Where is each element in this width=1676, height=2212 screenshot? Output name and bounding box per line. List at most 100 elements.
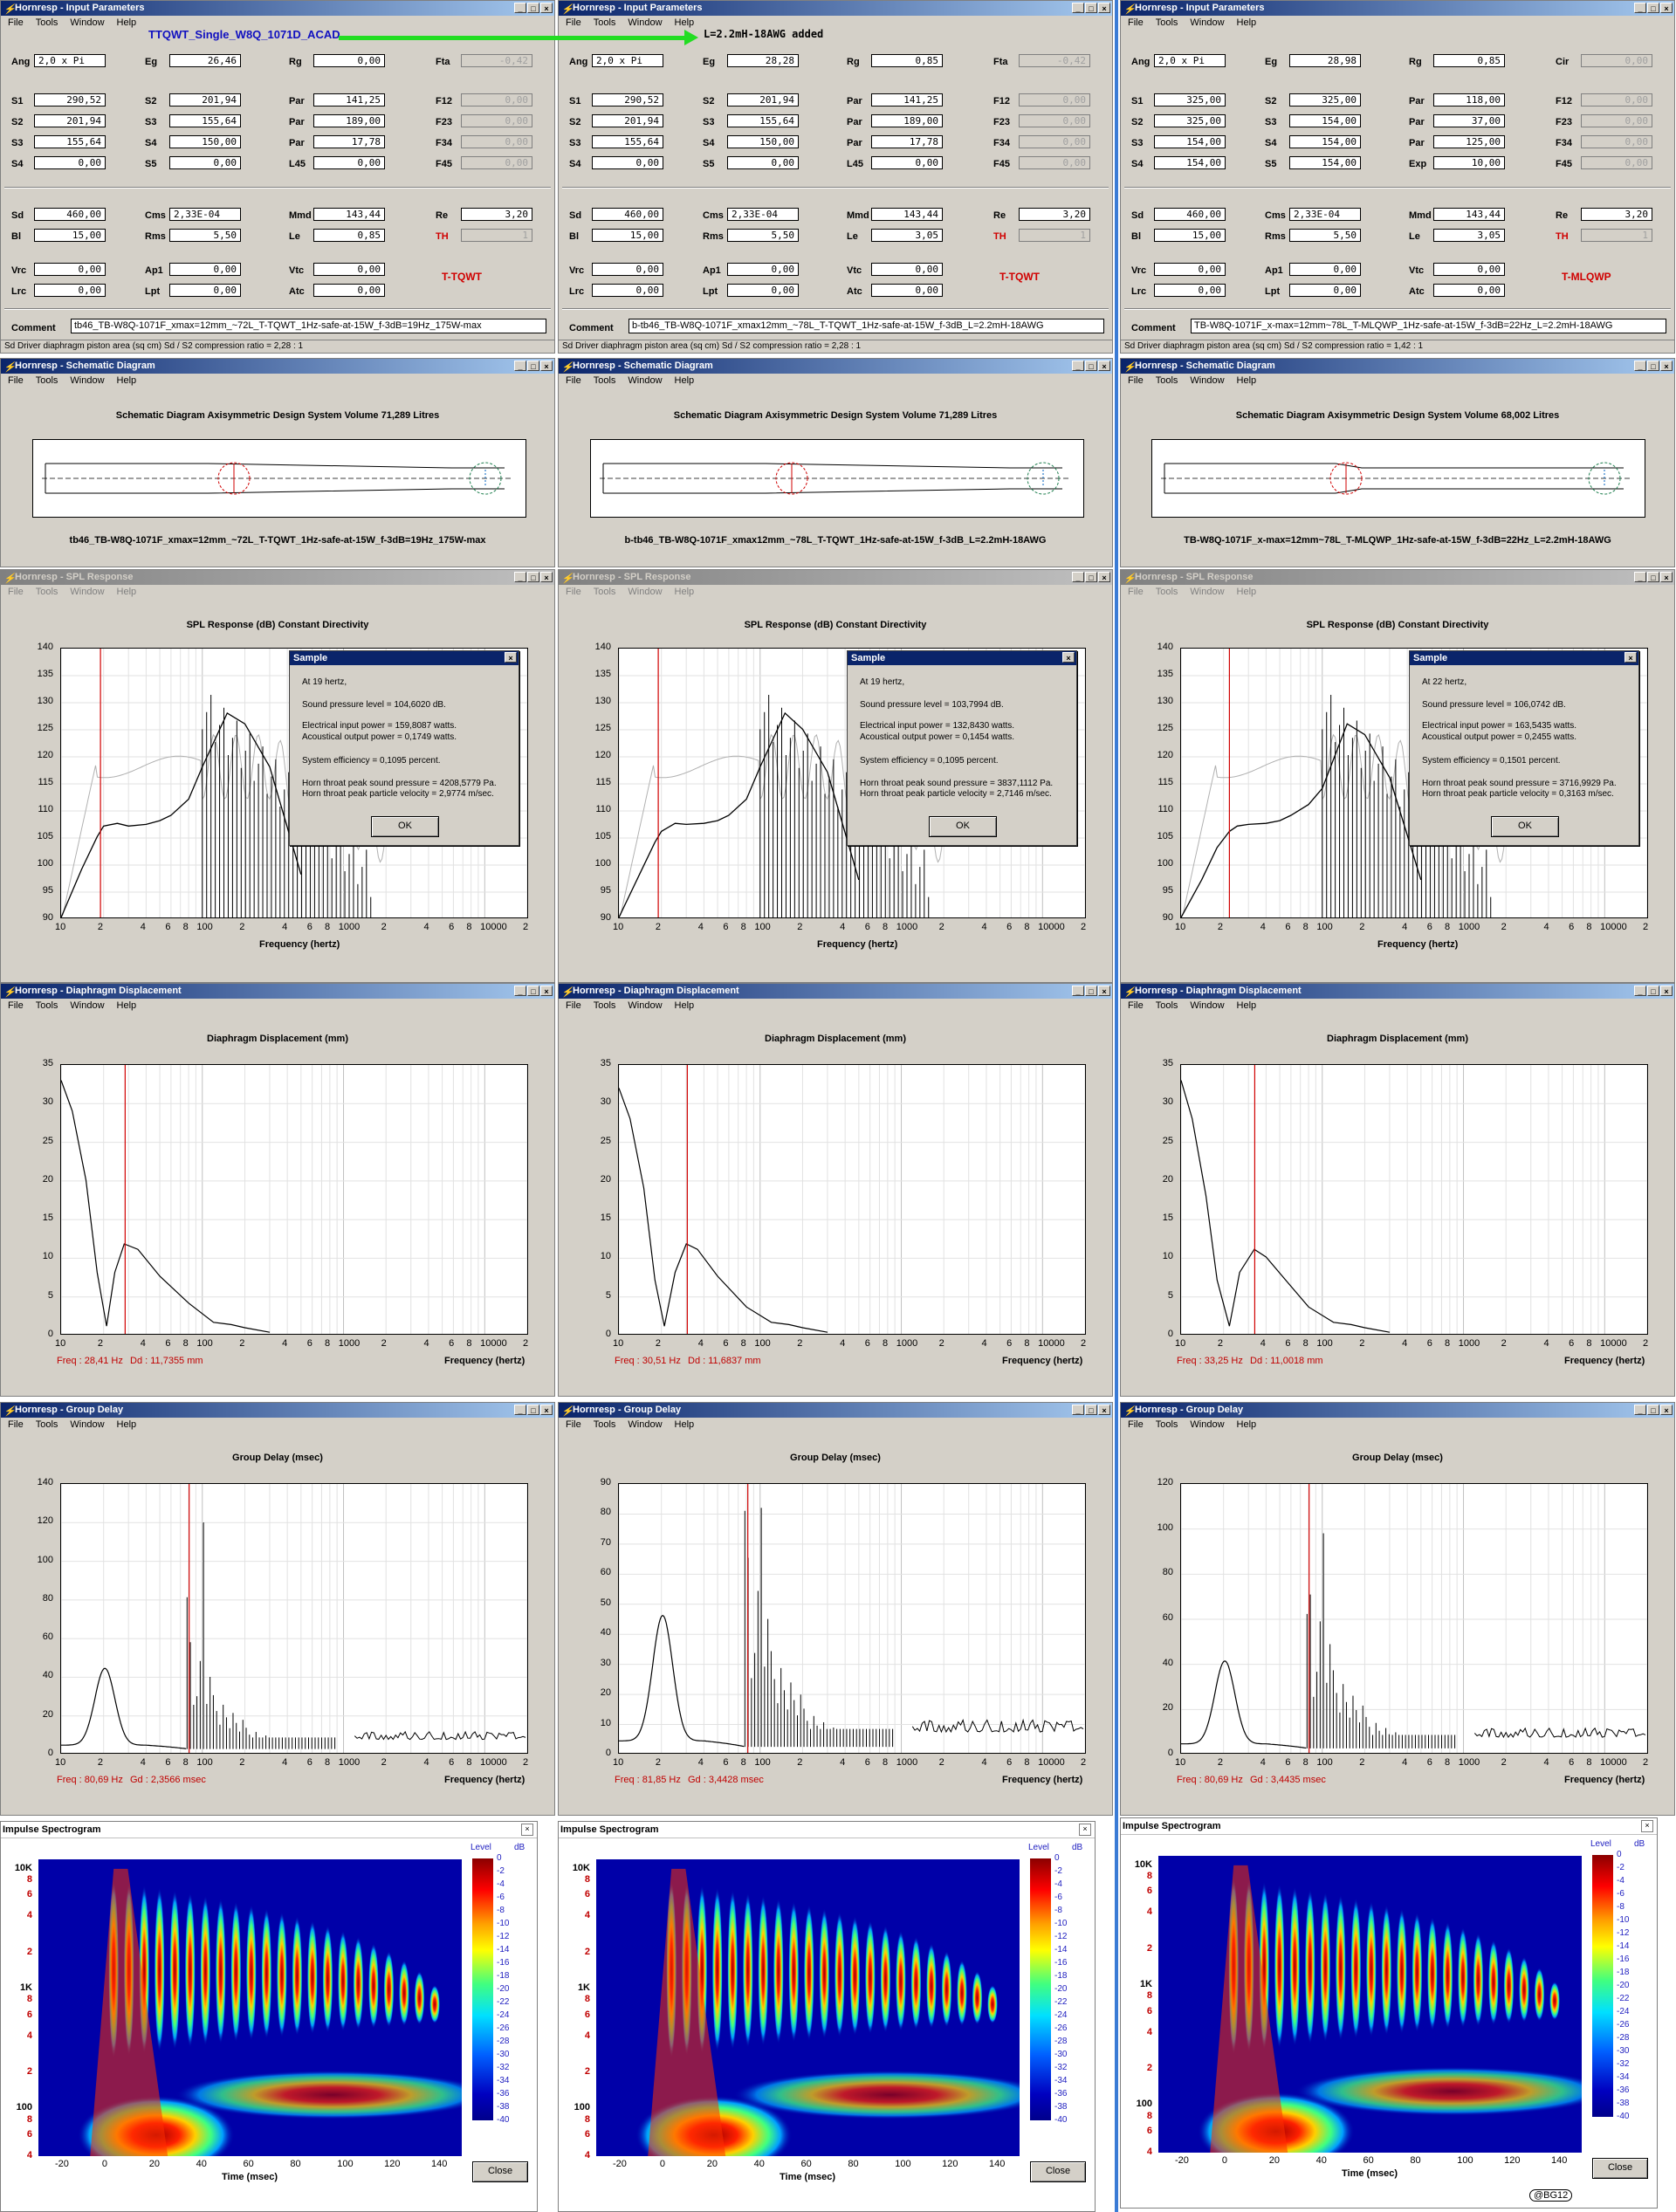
ap1-field[interactable]: 0,00 xyxy=(1289,263,1361,276)
menu-window[interactable]: Window xyxy=(628,17,662,28)
menu-tools[interactable]: Tools xyxy=(36,1419,58,1430)
segment-area-field[interactable]: 201,94 xyxy=(34,114,106,127)
close-button[interactable]: × xyxy=(1660,572,1673,582)
lrc-field[interactable]: 0,00 xyxy=(1154,284,1226,297)
cms-field[interactable]: 2,33E-04 xyxy=(169,208,241,221)
maximize-button[interactable]: □ xyxy=(527,3,539,13)
menu-window[interactable]: Window xyxy=(70,17,104,28)
menu-file[interactable]: File xyxy=(1128,1000,1144,1011)
close-button[interactable]: × xyxy=(540,572,553,582)
vtc-field[interactable]: 0,00 xyxy=(871,263,943,276)
segment-area-field[interactable]: 154,00 xyxy=(1289,114,1361,127)
menu-file[interactable]: File xyxy=(566,17,581,28)
vrc-field[interactable]: 0,00 xyxy=(1154,263,1226,276)
flare-field[interactable]: 0,00 xyxy=(1019,114,1090,127)
segment-area-field[interactable]: 155,64 xyxy=(592,135,663,148)
close-spectrogram-button[interactable]: Close xyxy=(1030,2161,1086,2182)
segment-param-field[interactable]: 0,00 xyxy=(871,156,943,169)
menu-help[interactable]: Help xyxy=(117,587,137,597)
maximize-button[interactable]: □ xyxy=(1085,572,1097,582)
close-button[interactable]: × xyxy=(521,1824,533,1836)
menu-tools[interactable]: Tools xyxy=(36,587,58,597)
minimize-button[interactable]: _ xyxy=(1634,361,1646,371)
close-button[interactable]: × xyxy=(1660,1405,1673,1415)
menu-file[interactable]: File xyxy=(1128,375,1144,386)
cms-field[interactable]: 2,33E-04 xyxy=(727,208,799,221)
menu-file[interactable]: File xyxy=(1128,1419,1144,1430)
menu-help[interactable]: Help xyxy=(1237,1000,1257,1011)
flare-field[interactable]: 0,00 xyxy=(461,114,532,127)
rms-field[interactable]: 5,50 xyxy=(727,229,799,242)
segment-area-field[interactable]: 154,00 xyxy=(1289,135,1361,148)
menu-file[interactable]: File xyxy=(8,17,24,28)
minimize-button[interactable]: _ xyxy=(1072,3,1084,13)
sd-field[interactable]: 460,00 xyxy=(34,208,106,221)
ang-field[interactable]: 2,0 x Pi xyxy=(34,54,106,67)
menu-window[interactable]: Window xyxy=(70,1419,104,1430)
menu-file[interactable]: File xyxy=(8,375,24,386)
segment-area-field[interactable]: 325,00 xyxy=(1289,93,1361,106)
maximize-button[interactable]: □ xyxy=(1085,1405,1097,1415)
close-button[interactable]: × xyxy=(1098,986,1110,996)
menu-window[interactable]: Window xyxy=(70,375,104,386)
segment-param-field[interactable]: 189,00 xyxy=(313,114,385,127)
segment-param-field[interactable]: 141,25 xyxy=(871,93,943,106)
menu-tools[interactable]: Tools xyxy=(36,1000,58,1011)
th-field[interactable]: 1 xyxy=(1019,229,1090,242)
maximize-button[interactable]: □ xyxy=(527,1405,539,1415)
close-spectrogram-button[interactable]: Close xyxy=(1592,2158,1648,2179)
minimize-button[interactable]: _ xyxy=(1634,986,1646,996)
segment-area-field[interactable]: 0,00 xyxy=(727,156,799,169)
menu-help[interactable]: Help xyxy=(1237,1419,1257,1430)
comment-field[interactable]: b-tb46_TB-W8Q-1071F_xmax12mm_~78L_T-TQWT… xyxy=(628,319,1104,333)
segment-area-field[interactable]: 154,00 xyxy=(1289,156,1361,169)
menu-file[interactable]: File xyxy=(1128,17,1144,28)
bl-field[interactable]: 15,00 xyxy=(1154,229,1226,242)
menu-file[interactable]: File xyxy=(8,587,24,597)
minimize-button[interactable]: _ xyxy=(1634,1405,1646,1415)
segment-area-field[interactable]: 0,00 xyxy=(34,156,106,169)
ok-button[interactable]: OK xyxy=(371,816,439,837)
menu-file[interactable]: File xyxy=(566,1419,581,1430)
menu-tools[interactable]: Tools xyxy=(1156,17,1178,28)
ok-button[interactable]: OK xyxy=(929,816,997,837)
menu-tools[interactable]: Tools xyxy=(36,17,58,28)
row0-col4-field[interactable]: -0,42 xyxy=(461,54,532,67)
flare-field[interactable]: 0,00 xyxy=(1581,156,1652,169)
rg-field[interactable]: 0,85 xyxy=(871,54,943,67)
menu-help[interactable]: Help xyxy=(1237,375,1257,386)
close-button[interactable]: × xyxy=(1098,361,1110,371)
minimize-button[interactable]: _ xyxy=(1072,1405,1084,1415)
menu-window[interactable]: Window xyxy=(1190,1000,1224,1011)
cms-field[interactable]: 2,33E-04 xyxy=(1289,208,1361,221)
menu-help[interactable]: Help xyxy=(117,1000,137,1011)
menu-window[interactable]: Window xyxy=(70,1000,104,1011)
menu-file[interactable]: File xyxy=(1128,587,1144,597)
flare-field[interactable]: 0,00 xyxy=(1019,156,1090,169)
lrc-field[interactable]: 0,00 xyxy=(34,284,106,297)
close-button[interactable]: × xyxy=(540,361,553,371)
menu-window[interactable]: Window xyxy=(628,587,662,597)
ok-button[interactable]: OK xyxy=(1491,816,1559,837)
segment-param-field[interactable]: 37,00 xyxy=(1433,114,1505,127)
lpt-field[interactable]: 0,00 xyxy=(1289,284,1361,297)
flare-field[interactable]: 0,00 xyxy=(1581,135,1652,148)
segment-param-field[interactable]: 118,00 xyxy=(1433,93,1505,106)
maximize-button[interactable]: □ xyxy=(1647,1405,1659,1415)
minimize-button[interactable]: _ xyxy=(514,361,526,371)
flare-field[interactable]: 0,00 xyxy=(1581,114,1652,127)
menu-tools[interactable]: Tools xyxy=(594,17,616,28)
mmd-field[interactable]: 143,44 xyxy=(313,208,385,221)
close-button[interactable]: × xyxy=(1660,3,1673,13)
segment-area-field[interactable]: 325,00 xyxy=(1154,114,1226,127)
bl-field[interactable]: 15,00 xyxy=(592,229,663,242)
ap1-field[interactable]: 0,00 xyxy=(169,263,241,276)
comment-field[interactable]: TB-W8Q-1071F_x-max=12mm~78L_T-MLQWP_1Hz-… xyxy=(1191,319,1666,333)
minimize-button[interactable]: _ xyxy=(514,1405,526,1415)
menu-tools[interactable]: Tools xyxy=(36,375,58,386)
segment-param-field[interactable]: 0,00 xyxy=(313,156,385,169)
menu-help[interactable]: Help xyxy=(117,1419,137,1430)
re-field[interactable]: 3,20 xyxy=(1581,208,1652,221)
mmd-field[interactable]: 143,44 xyxy=(871,208,943,221)
minimize-button[interactable]: _ xyxy=(1072,361,1084,371)
